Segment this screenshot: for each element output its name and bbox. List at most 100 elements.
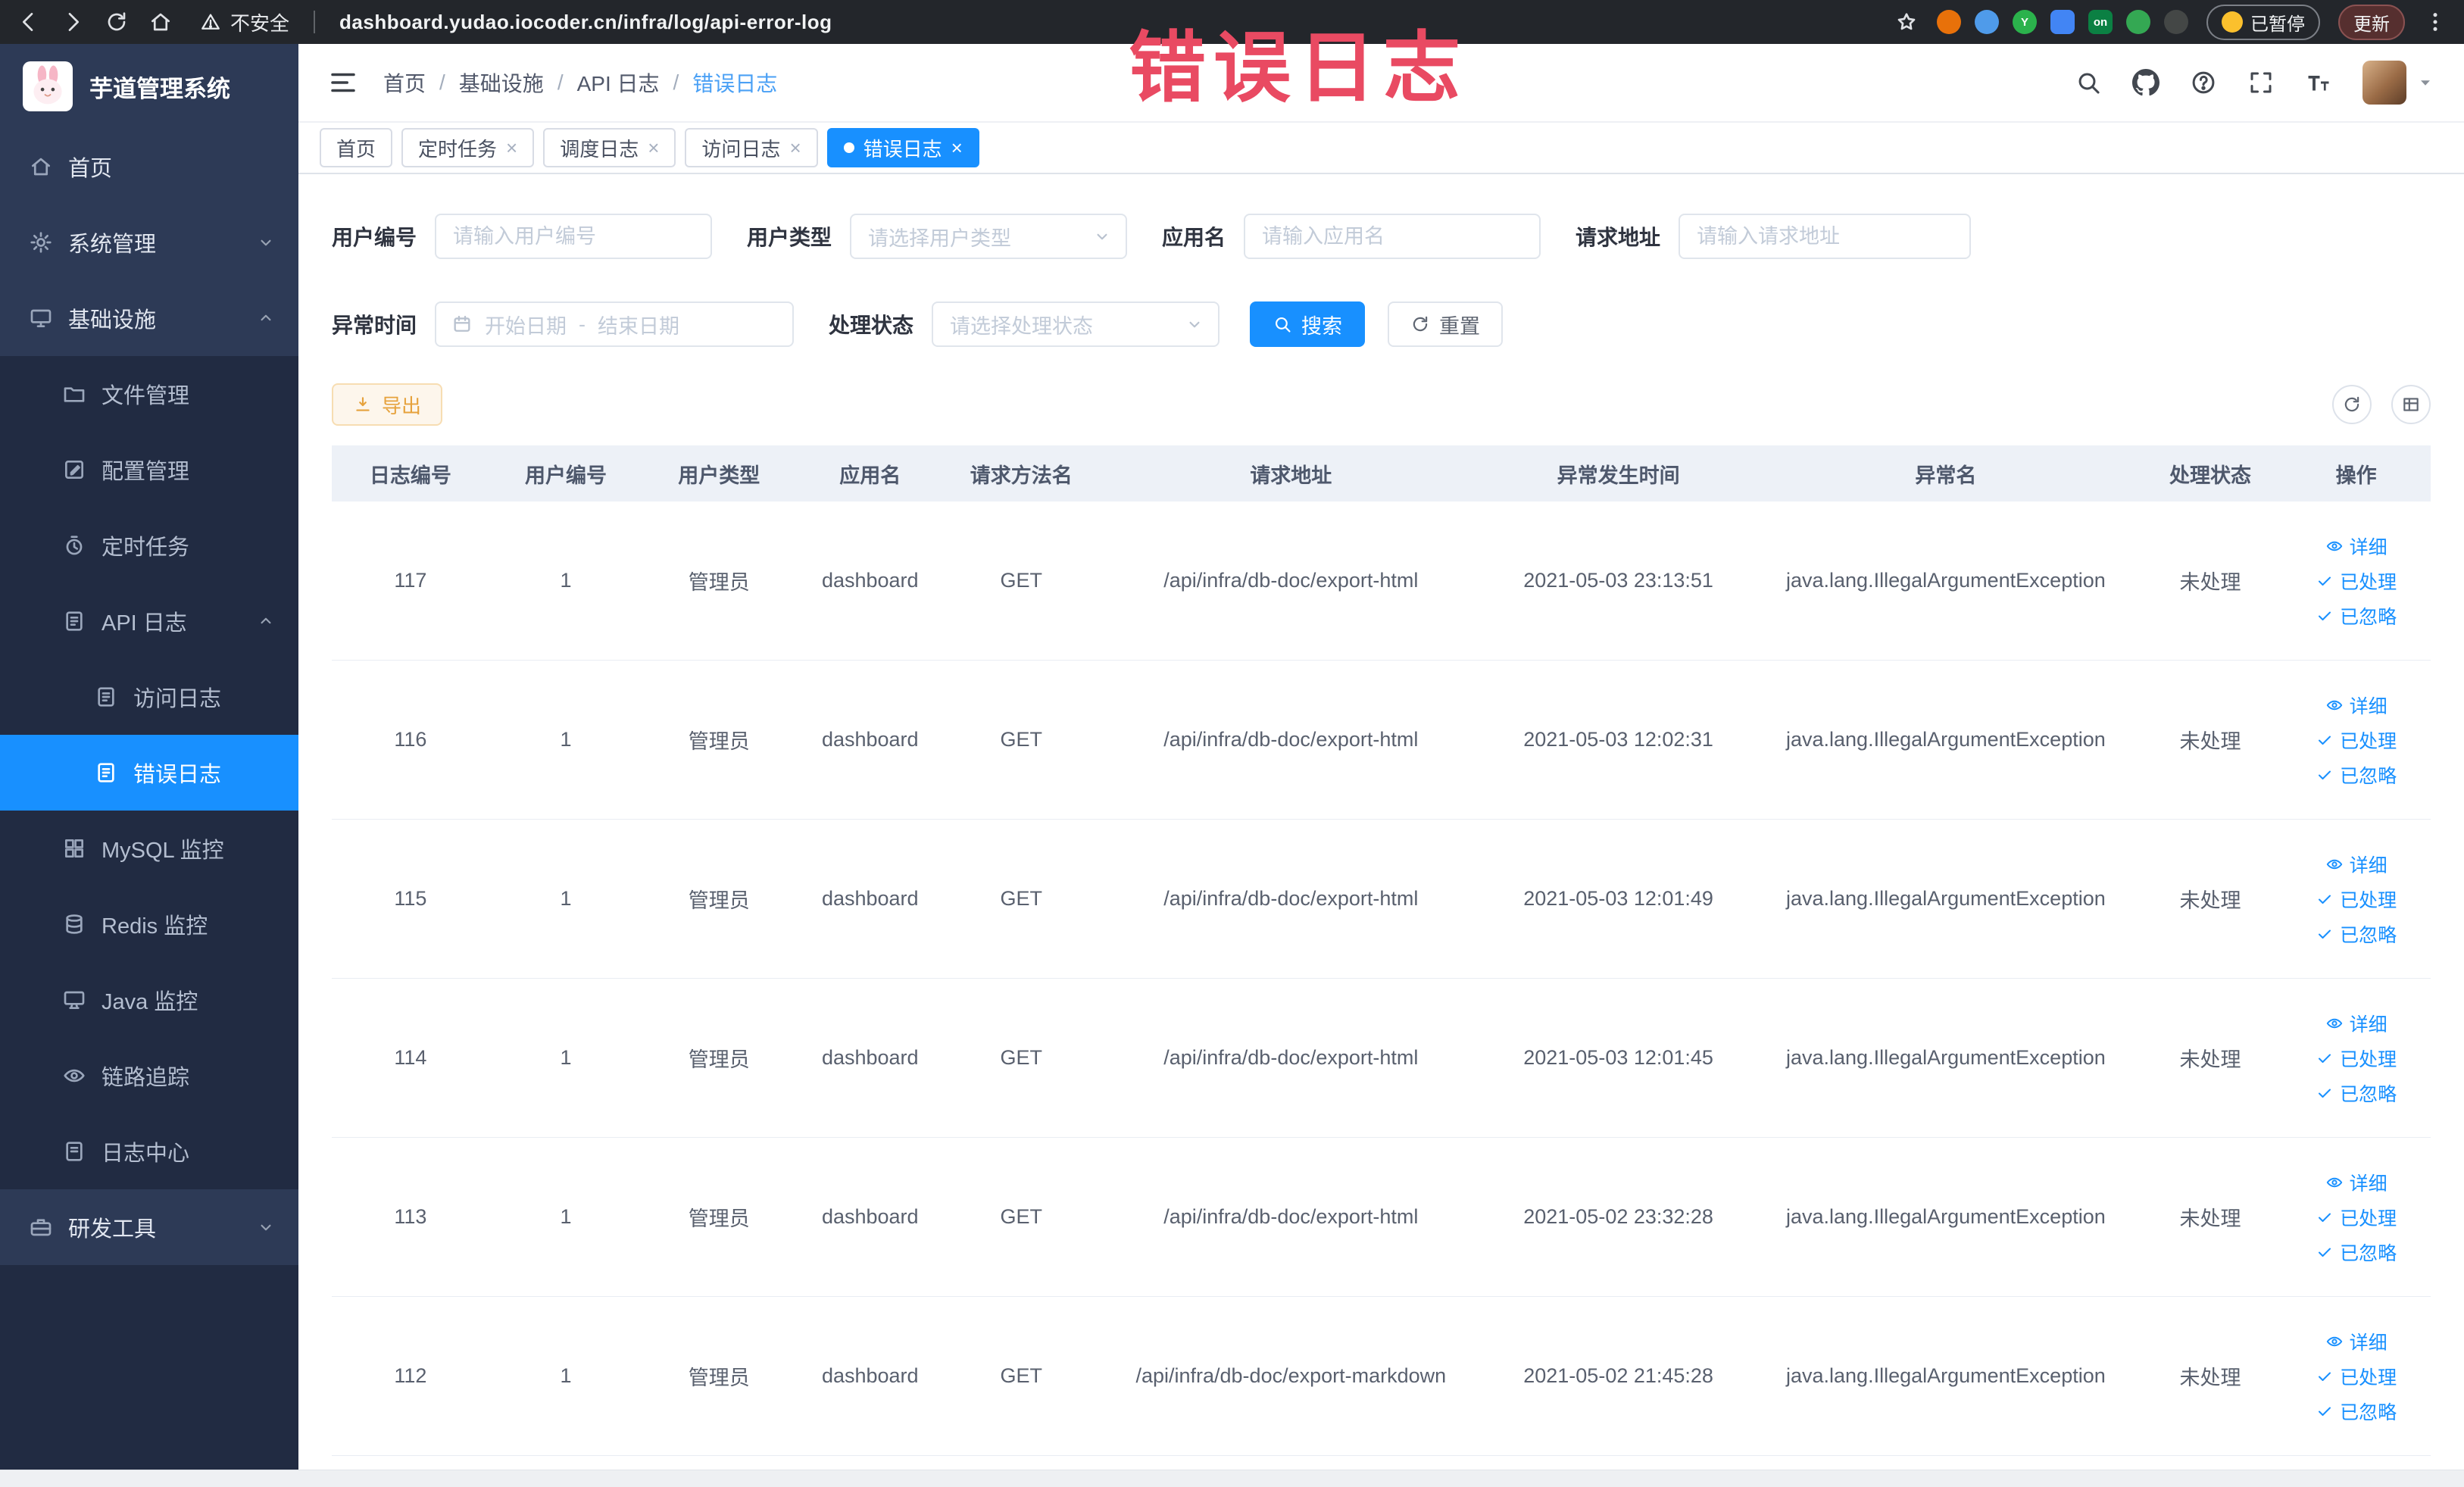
- user-type-select[interactable]: 请选择用户类型: [850, 214, 1128, 259]
- column-settings-button[interactable]: [2391, 385, 2431, 424]
- browser-menu-icon[interactable]: [2423, 10, 2447, 34]
- tab[interactable]: 调度日志 ×: [543, 128, 676, 167]
- table-cell: GET: [1000, 728, 1042, 751]
- sidebar-item[interactable]: 基础设施: [0, 280, 298, 356]
- status-select[interactable]: 请选择处理状态: [932, 301, 1220, 347]
- collapse-menu-icon[interactable]: [327, 67, 359, 98]
- breadcrumb-item[interactable]: 首页: [383, 67, 426, 98]
- table-cell: GET: [1000, 1205, 1042, 1228]
- reload-icon[interactable]: [105, 10, 129, 34]
- sidebar-item[interactable]: 配置管理: [0, 432, 298, 508]
- bookmark-star-icon[interactable]: [1894, 10, 1919, 34]
- sidebar-item[interactable]: API 日志: [0, 583, 298, 659]
- forward-icon[interactable]: [61, 10, 85, 34]
- action-label: 详细: [2349, 854, 2387, 876]
- update-button[interactable]: 更新: [2338, 4, 2405, 40]
- filter-form: 用户编号 用户类型 请选择用户类型 应用名 请求地址: [298, 174, 2464, 383]
- sidebar-item[interactable]: 首页: [0, 129, 298, 205]
- tab[interactable]: 访问日志 ×: [685, 128, 818, 167]
- close-icon[interactable]: ×: [648, 138, 659, 158]
- close-icon[interactable]: ×: [789, 138, 801, 158]
- sidebar-item[interactable]: MySQL 监控: [0, 811, 298, 886]
- sidebar-item[interactable]: 文件管理: [0, 356, 298, 432]
- breadcrumb-item[interactable]: 错误日志: [692, 67, 777, 98]
- tab[interactable]: 定时任务 ×: [401, 128, 535, 167]
- action-detail[interactable]: 详细: [2325, 1169, 2387, 1196]
- chevron-down-icon: [256, 233, 276, 252]
- sidebar-item[interactable]: 定时任务: [0, 508, 298, 583]
- action-processed[interactable]: 已处理: [2316, 886, 2397, 913]
- extension-icon[interactable]: Y: [2013, 10, 2037, 34]
- action-processed[interactable]: 已处理: [2316, 1363, 2397, 1390]
- extension-icon[interactable]: on: [2088, 10, 2113, 34]
- export-button[interactable]: 导出: [332, 383, 443, 426]
- tab[interactable]: 错误日志 ×: [826, 128, 979, 167]
- sidebar-item[interactable]: 日志中心: [0, 1114, 298, 1189]
- date-range-picker[interactable]: 开始日期 - 结束日期: [435, 301, 795, 347]
- action-detail[interactable]: 详细: [2325, 1328, 2387, 1355]
- action-ignored[interactable]: 已忽略: [2316, 1398, 2397, 1425]
- check-icon: [2316, 890, 2334, 908]
- extension-icon[interactable]: [2126, 10, 2150, 34]
- folder-icon: [62, 382, 86, 406]
- help-icon[interactable]: [2190, 69, 2217, 96]
- extension-icon[interactable]: [2050, 10, 2075, 34]
- sidebar-item[interactable]: Java 监控: [0, 962, 298, 1038]
- sidebar-item[interactable]: 研发工具: [0, 1189, 298, 1265]
- user-avatar[interactable]: [2363, 61, 2435, 105]
- sidebar-item[interactable]: 访问日志: [0, 659, 298, 735]
- action-ignored[interactable]: 已忽略: [2316, 1079, 2397, 1107]
- fullscreen-icon[interactable]: [2247, 69, 2275, 96]
- sidebar-item[interactable]: 错误日志: [0, 735, 298, 811]
- site-security[interactable]: 不安全: [200, 8, 289, 36]
- sidebar-item[interactable]: Redis 监控: [0, 886, 298, 962]
- refresh-button[interactable]: [2332, 385, 2372, 424]
- back-icon[interactable]: [17, 10, 41, 34]
- action-detail[interactable]: 详细: [2325, 1010, 2387, 1037]
- sidebar-item-label: 链路追踪: [101, 1066, 190, 1090]
- reset-button[interactable]: 重置: [1388, 301, 1504, 347]
- extension-icon[interactable]: [1937, 10, 1961, 34]
- table-cell: 117: [394, 569, 427, 592]
- close-icon[interactable]: ×: [951, 138, 963, 158]
- github-icon[interactable]: [2132, 69, 2160, 96]
- sidebar-item[interactable]: 系统管理: [0, 205, 298, 280]
- logo-rabbit-icon: [23, 61, 73, 111]
- action-processed[interactable]: 已处理: [2316, 1045, 2397, 1072]
- breadcrumb-item[interactable]: 基础设施: [459, 67, 544, 98]
- horizontal-scrollbar[interactable]: [0, 1470, 2464, 1487]
- sidebar-item[interactable]: 链路追踪: [0, 1038, 298, 1114]
- action-detail[interactable]: 详细: [2325, 533, 2387, 560]
- extension-icon[interactable]: [1975, 10, 1999, 34]
- close-icon[interactable]: ×: [506, 138, 517, 158]
- table-cell: GET: [1000, 569, 1042, 592]
- extension-icon[interactable]: [2164, 10, 2188, 34]
- action-detail[interactable]: 详细: [2325, 692, 2387, 719]
- request-url-input[interactable]: [1679, 214, 1972, 259]
- table-cell: 2021-05-03 12:01:45: [1523, 1046, 1713, 1069]
- action-ignored[interactable]: 已忽略: [2316, 920, 2397, 948]
- table-cell: 未处理: [2179, 571, 2241, 594]
- search-icon[interactable]: [2075, 69, 2102, 96]
- doc-edit-icon: [62, 609, 86, 633]
- profile-paused-pill[interactable]: 已暂停: [2206, 4, 2320, 40]
- browser-home-icon[interactable]: [148, 10, 173, 34]
- refresh-icon: [1410, 314, 1430, 334]
- action-processed[interactable]: 已处理: [2316, 567, 2397, 595]
- action-processed[interactable]: 已处理: [2316, 1204, 2397, 1231]
- action-processed[interactable]: 已处理: [2316, 726, 2397, 754]
- tab[interactable]: 首页: [320, 128, 393, 167]
- action-ignored[interactable]: 已忽略: [2316, 761, 2397, 789]
- breadcrumb-item[interactable]: API 日志: [577, 67, 660, 98]
- user-id-input[interactable]: [435, 214, 713, 259]
- sidebar-item-label: 基础设施: [68, 308, 157, 333]
- app-name-input[interactable]: [1244, 214, 1541, 259]
- action-detail[interactable]: 详细: [2325, 851, 2387, 878]
- action-ignored[interactable]: 已忽略: [2316, 602, 2397, 629]
- address-bar[interactable]: dashboard.yudao.iocoder.cn/infra/log/api…: [339, 11, 832, 34]
- font-size-icon[interactable]: [2305, 69, 2332, 96]
- search-button[interactable]: 搜索: [1250, 301, 1366, 347]
- app-logo[interactable]: 芋道管理系统: [0, 44, 298, 129]
- table-cell: 管理员: [688, 571, 750, 594]
- action-ignored[interactable]: 已忽略: [2316, 1239, 2397, 1266]
